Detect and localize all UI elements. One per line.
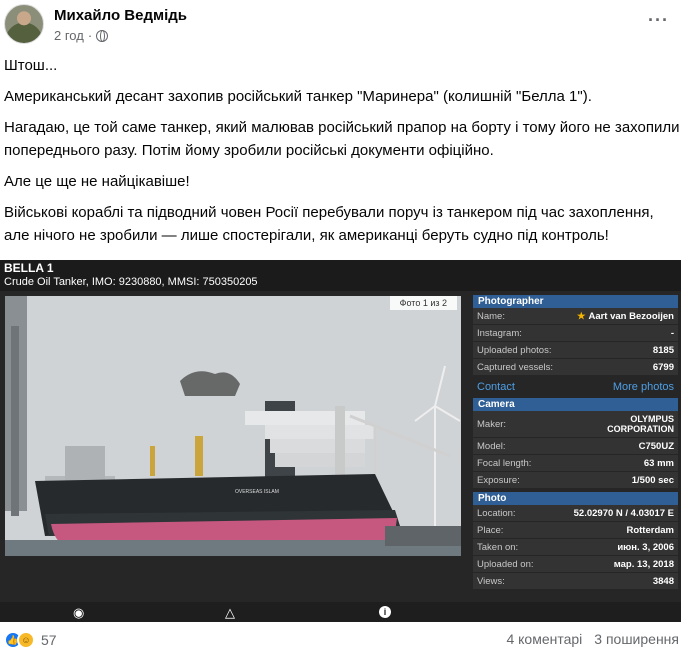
post-body: Штош... Американський десант захопив рос… <box>4 54 680 286</box>
stat-row-exposure: Exposure: 1/500 sec <box>473 472 678 489</box>
stat-value: OLYMPUS CORPORATION <box>607 414 674 434</box>
stat-label: Uploaded photos: <box>477 344 552 356</box>
hull-name: OVERSEAS ISLAM <box>235 489 279 495</box>
reaction-count: 57 <box>41 632 57 648</box>
contact-link[interactable]: Contact <box>477 381 515 393</box>
photographer-links: Contact More photos <box>473 376 678 398</box>
card-footer: ◉ △ i <box>0 602 681 622</box>
camera-icon[interactable]: ◉ <box>73 605 84 621</box>
stat-row-views: Views: 3848 <box>473 573 678 590</box>
stat-value: 63 mm <box>643 457 674 469</box>
stat-value: мар. 13, 2018 <box>613 558 674 570</box>
meta-separator: · <box>87 28 93 43</box>
vessel-name: BELLA 1 <box>4 261 54 275</box>
vessel-subtitle: Crude Oil Tanker, IMO: 9230880, MMSI: 75… <box>4 276 258 288</box>
stat-label: Uploaded on: <box>477 558 534 570</box>
stat-row-taken: Taken on: июн. 3, 2006 <box>473 539 678 556</box>
stat-label: Captured vessels: <box>477 361 554 373</box>
vessel-photo[interactable]: OVERSEAS ISLAM Фото 1 из 2 <box>5 296 461 556</box>
post-paragraph: Але це ще не найцікавіше! <box>4 173 190 190</box>
vessel-card-header: BELLA 1 Crude Oil Tanker, IMO: 9230880, … <box>0 260 681 291</box>
comments-link[interactable]: 4 коментарі <box>506 631 582 647</box>
stat-value: 52.02970 N / 4.03017 E <box>573 507 674 519</box>
post-paragraph: Штош... <box>4 57 58 74</box>
stat-row-uploaded: Uploaded photos: 8185 <box>473 342 678 359</box>
stat-value: 6799 <box>652 361 674 373</box>
stat-row-model: Model: C750UZ <box>473 438 678 455</box>
stat-label: Name: <box>477 310 505 322</box>
info-icon[interactable]: i <box>379 606 391 618</box>
stat-label: Taken on: <box>477 541 519 553</box>
stat-value: 3848 <box>652 575 674 587</box>
star-icon: ★ <box>576 310 586 322</box>
stat-label: Maker: <box>477 418 507 430</box>
haha-icon: ☺ <box>17 631 35 649</box>
stat-value: 1/500 sec <box>631 474 674 486</box>
reactions-summary[interactable]: 👍 ☺ 57 <box>4 631 57 649</box>
author-name[interactable]: Михайло Ведмідь <box>54 7 187 24</box>
stat-value: - <box>670 327 674 339</box>
stat-row-uploaded-on: Uploaded on: мар. 13, 2018 <box>473 556 678 573</box>
more-options-icon[interactable]: ··· <box>648 10 669 31</box>
globe-icon <box>96 29 109 42</box>
stat-value: C750UZ <box>638 440 674 452</box>
stat-row-location: Location: 52.02970 N / 4.03017 E <box>473 505 678 522</box>
tanker-illustration: OVERSEAS ISLAM <box>5 296 461 556</box>
post-paragraph: Нагадаю, це той саме танкер, який малюва… <box>4 119 680 159</box>
stat-value: июн. 3, 2006 <box>617 541 674 553</box>
stat-label: Instagram: <box>477 327 522 339</box>
stat-row-instagram: Instagram: - <box>473 325 678 342</box>
photographer-name[interactable]: Aart van Bezooijen <box>588 311 674 322</box>
stat-label: Views: <box>477 575 505 587</box>
post-paragraph: Американський десант захопив російський … <box>4 88 592 105</box>
engagement-counts: 4 коментарі 3 поширення <box>506 631 679 647</box>
stat-label: Place: <box>477 524 504 536</box>
stat-label: Exposure: <box>477 474 520 486</box>
stat-value: Rotterdam <box>626 524 674 536</box>
stat-label: Location: <box>477 507 516 519</box>
stat-row-captured: Captured vessels: 6799 <box>473 359 678 376</box>
shares-link[interactable]: 3 поширення <box>594 631 679 647</box>
stat-row-name: Name: ★ Aart van Bezooijen <box>473 308 678 325</box>
map-pin-icon[interactable]: △ <box>225 605 235 621</box>
stat-row-place: Place: Rotterdam <box>473 522 678 539</box>
post-paragraph: Військові кораблі та підводний човен Рос… <box>4 204 654 244</box>
camera-heading: Camera <box>473 398 678 411</box>
vessel-card[interactable]: BELLA 1 Crude Oil Tanker, IMO: 9230880, … <box>0 260 681 622</box>
stat-row-focal: Focal length: 63 mm <box>473 455 678 472</box>
photo-counter-badge: Фото 1 из 2 <box>389 296 457 310</box>
photo-heading: Photo <box>473 492 678 505</box>
stat-row-maker: Maker: OLYMPUS CORPORATION <box>473 411 678 438</box>
vessel-stats-panel: Photographer Name: ★ Aart van Bezooijen I… <box>473 295 678 590</box>
stat-label: Model: <box>477 440 506 452</box>
stat-value: 8185 <box>652 344 674 356</box>
stat-label: Focal length: <box>477 457 532 469</box>
photographer-heading: Photographer <box>473 295 678 308</box>
avatar[interactable] <box>4 4 44 44</box>
post-header: Михайло Ведмідь 2 год · ··· <box>4 4 677 46</box>
more-photos-link[interactable]: More photos <box>613 381 674 393</box>
post-time[interactable]: 2 год <box>54 28 84 43</box>
post-meta: 2 год · <box>54 28 109 43</box>
